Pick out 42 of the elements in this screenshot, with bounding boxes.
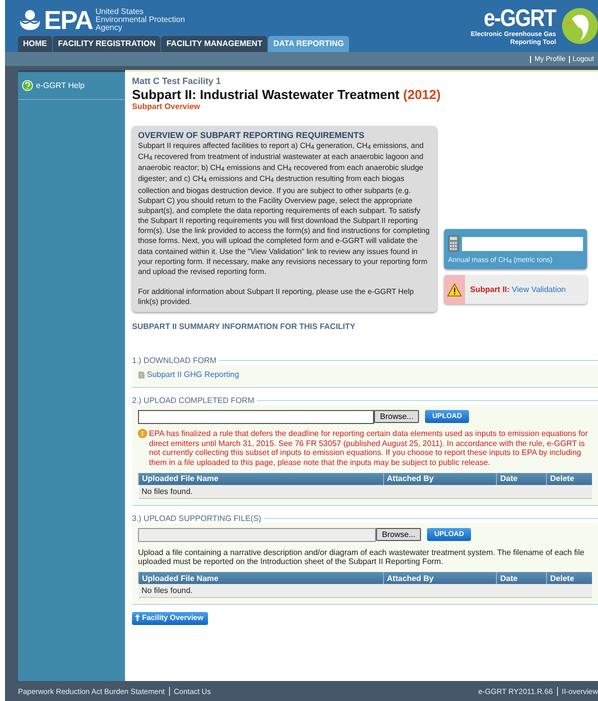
app-logo: e-GGRT <box>484 7 556 31</box>
column-header: Attached By <box>383 572 497 584</box>
nav-tab[interactable]: DATA REPORTING <box>268 36 349 52</box>
nav-tab[interactable]: FACILITY REGISTRATION <box>53 36 160 52</box>
calculator-icon <box>448 235 459 252</box>
section-heading: 3.) UPLOAD SUPPORTING FILE(S) <box>132 514 262 523</box>
overview-heading: OVERVIEW OF SUBPART REPORTING REQUIREMENTS <box>138 130 366 141</box>
flower-icon <box>19 8 41 30</box>
browse-button[interactable]: Browse... <box>374 410 420 424</box>
column-header: Uploaded File Name <box>138 472 384 485</box>
up-arrow-icon <box>135 614 140 622</box>
page-subtitle: Subpart Overview <box>132 102 202 112</box>
view-validation-link[interactable]: View Validation <box>512 285 566 294</box>
section-heading: 2.) UPLOAD COMPLETED FORM <box>132 396 254 405</box>
section-heading: 1.) DOWNLOAD FORM <box>132 356 216 366</box>
column-header: Delete <box>546 572 592 584</box>
file-path-field[interactable] <box>138 410 374 424</box>
instructions-text: Upload a file containing a narrative description and/or diagram of each wastewater treatment system. The filename of each file uploaded must be reported on the Introduction sheet of the Subpart II Reporting Form. <box>138 548 586 568</box>
nav-tab[interactable]: HOME <box>18 36 52 52</box>
epa-logo: EPA <box>44 6 93 32</box>
document-icon <box>138 370 145 379</box>
facility-name: Matt C Test Facility 1 <box>132 76 222 87</box>
column-header: Uploaded File Name <box>138 572 384 584</box>
empty-message: No files found. <box>138 484 592 498</box>
validation-message: Subpart II: View Validation <box>470 285 566 294</box>
value-field[interactable] <box>462 236 583 251</box>
download-link[interactable]: Subpart II GHG Reporting <box>138 370 240 380</box>
browse-button[interactable]: Browse... <box>376 528 422 542</box>
page-title: Subpart II: Industrial Wastewater Treatment (2012) <box>132 87 442 102</box>
column-header: Delete <box>546 472 592 485</box>
summary-heading: SUBPART II SUMMARY INFORMATION FOR THIS FACILITY <box>132 322 356 332</box>
column-header: Date <box>496 572 547 584</box>
column-header: Date <box>496 472 547 485</box>
column-header: Attached By <box>383 472 497 485</box>
help-icon <box>22 80 33 91</box>
warning-message: EPA has finalized a rule that defers the deadline for reporting certain data elements used as inputs to emission equations for direct emitters until March 31, 2015. See 76 FR 53057 (published August 25, 2011). In accordance with the rule, e-GGRT is not currently collecting this subset of inputs to emission equations. If you choose to report these inputs to EPA by including them in a file uploaded to this page, please note that the inputs may be subject to public release. <box>149 428 589 468</box>
empty-message: No files found. <box>138 584 592 598</box>
nav-tab[interactable]: FACILITY MANAGEMENT <box>161 36 268 52</box>
warning-icon <box>138 428 147 438</box>
agency-name: United States Environmental Protection Agency <box>96 8 185 32</box>
warning-icon <box>447 282 462 297</box>
bird-logo-icon <box>560 5 598 47</box>
